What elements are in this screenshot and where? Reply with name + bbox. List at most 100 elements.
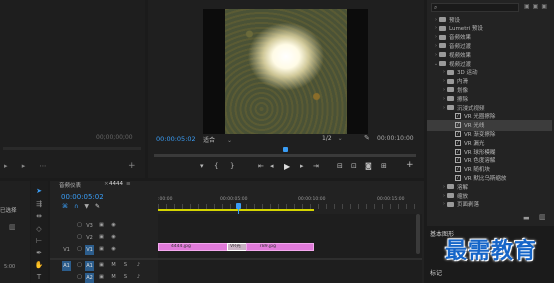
timeline-timecode[interactable]: 00:00:05:02 [61, 193, 104, 201]
program-scrubber[interactable] [154, 154, 416, 157]
mark-out-icon[interactable]: { [214, 162, 218, 170]
extract-icon[interactable]: ⊡ [351, 162, 357, 170]
scale-dropdown[interactable]: 1/2 ⌄ [322, 135, 344, 142]
track-v3-label[interactable]: V3 [85, 221, 94, 231]
mark-in-icon[interactable]: ▾ [200, 162, 204, 170]
transition-vr-light[interactable]: VR光 [227, 243, 247, 251]
effects-folder[interactable]: › 页面剥落 [427, 199, 552, 210]
transition-effect-icon: ⁄ [455, 122, 461, 129]
hand-tool-icon[interactable]: ✋ [34, 260, 44, 270]
close-icon[interactable]: × [104, 181, 109, 187]
fit-label: 适合 [203, 137, 216, 144]
source-add-icon[interactable]: + [128, 162, 136, 171]
program-duration: 00:00:10:00 [377, 135, 414, 142]
pen-tool-icon[interactable]: ✒ [34, 248, 44, 258]
step-back-frame-icon[interactable]: ◂ [270, 162, 274, 170]
mute-icon[interactable]: M [109, 273, 118, 282]
lift-icon[interactable]: ⊟ [337, 162, 343, 170]
lock-icon[interactable]: ▢ [75, 221, 84, 230]
fit-dropdown[interactable]: 适合 ⌄ [203, 135, 243, 144]
sync-icon[interactable]: ▣ [97, 245, 106, 254]
source-monitor: 00;00;00;00 ▸ ▸ ⋯ + [0, 0, 145, 178]
clip-789[interactable]: 789.jpg [246, 243, 314, 251]
button-editor-icon[interactable]: ⊞ [381, 162, 387, 170]
lock-icon[interactable]: ▢ [75, 273, 84, 282]
new-bin-icon[interactable]: ▬ [523, 214, 530, 222]
mute-icon[interactable]: M [109, 261, 118, 270]
microphone-icon[interactable]: ♪ [134, 261, 143, 270]
eye-icon[interactable]: ◉ [109, 233, 118, 242]
lock-icon[interactable]: ▢ [75, 245, 84, 254]
step-back-icon[interactable]: ⇤ [258, 162, 264, 170]
scale-label: 1/2 [322, 135, 332, 142]
sync-icon[interactable]: ▣ [97, 233, 106, 242]
tree-item-label: 页面剥落 [457, 202, 480, 209]
folder-icon [439, 43, 446, 49]
camera-icon[interactable]: ◙ [365, 162, 372, 170]
tab-audio-meters[interactable]: 音频仪表 [59, 181, 81, 189]
effects-tree: › 预设 › Lumetri 预设 › 音频效果 › 音频过渡 › 视频效果 ⌄ 视频过渡 › 3D 运动… [427, 14, 554, 210]
eye-icon[interactable]: ◉ [109, 245, 118, 254]
source-v1-label[interactable]: V1 [62, 245, 71, 255]
clip-label: 4444.jpg [171, 244, 191, 249]
sync-icon[interactable]: ▣ [97, 273, 106, 282]
search-field[interactable]: ⌕ [431, 3, 519, 12]
sunflower-image [225, 9, 347, 134]
solo-icon[interactable]: S [121, 261, 130, 270]
panel-menu-icon[interactable]: ≡ [126, 181, 131, 187]
source-a1-label[interactable]: A1 [62, 261, 71, 271]
razor-tool-icon[interactable]: ◇ [34, 224, 44, 234]
program-playhead[interactable] [283, 147, 288, 152]
work-area-bar[interactable] [158, 209, 314, 211]
microphone-icon[interactable]: ♪ [134, 273, 143, 282]
source-timecode: 00;00;00;00 [96, 134, 133, 141]
solo-icon[interactable]: S [121, 273, 130, 282]
folder-icon [439, 25, 446, 31]
track-select-icon[interactable]: ⇶ [34, 199, 44, 209]
folder-icon [447, 87, 454, 93]
sync-icon[interactable]: ▣ [97, 261, 106, 270]
folder-icon [447, 96, 454, 102]
clip-4444[interactable]: 4444.jpg [158, 243, 238, 251]
ruler-label: :00:00 [158, 197, 173, 202]
preset-filter-icons[interactable]: ▣▣▣ [524, 3, 550, 10]
selection-info: 已选择 [0, 208, 17, 214]
search-icon: ⌕ [434, 4, 438, 11]
chevron-down-icon: ⌄ [226, 137, 232, 144]
folder-icon [447, 78, 454, 84]
lock-icon[interactable]: ▢ [75, 233, 84, 242]
source-playhead-bar[interactable] [3, 147, 141, 150]
trash-icon[interactable]: ▥ [9, 223, 16, 231]
type-tool-icon[interactable]: T [34, 272, 44, 282]
go-to-in-icon[interactable]: } [230, 162, 234, 170]
folder-icon [439, 34, 446, 40]
lock-icon[interactable]: ▢ [75, 261, 84, 270]
source-transport-icons[interactable]: ▸ ▸ ⋯ [4, 163, 52, 170]
program-monitor: 00:00:05:02 适合 ⌄ 1/2 ⌄ ✎ 00:00:10:00 ▾ {… [148, 0, 424, 178]
timeline-tool-icons[interactable]: ⌘∩▼✎ [62, 203, 106, 210]
play-icon[interactable]: ▶ [284, 162, 290, 171]
program-add-icon[interactable]: + [406, 160, 414, 170]
timeline-scrollbar[interactable] [416, 214, 420, 254]
sync-icon[interactable]: ▣ [97, 221, 106, 230]
wrench-icon[interactable]: ✎ [364, 134, 370, 142]
track-a1-label[interactable]: A1 [85, 261, 94, 271]
eye-icon[interactable]: ◉ [109, 221, 118, 230]
track-v1-label[interactable]: V1 [85, 245, 94, 255]
track-a2-label[interactable]: A2 [85, 273, 94, 283]
ripple-edit-icon[interactable]: ⇹ [34, 211, 44, 221]
trash-icon[interactable]: ▥ [539, 213, 546, 221]
transition-label: VR光 [230, 244, 241, 249]
step-forward-icon[interactable]: ⇥ [313, 162, 319, 170]
duration-label: 5:00 [4, 264, 16, 270]
project-panel: 已选择 ▥ 5:00 [0, 181, 30, 283]
track-v2-label[interactable]: V2 [85, 233, 94, 243]
markers-tab[interactable]: 标记 [430, 268, 442, 277]
slip-tool-icon[interactable]: ⊢ [34, 236, 44, 246]
transition-effect-icon: ⁄ [455, 157, 461, 164]
step-forward-frame-icon[interactable]: ▸ [300, 162, 304, 170]
program-timecode[interactable]: 00:00:05:02 [156, 135, 196, 143]
selection-tool-icon[interactable]: ➤ [34, 186, 44, 196]
tab-sequence[interactable]: 4444 [109, 181, 123, 187]
chevron-down-icon: ⌄ [337, 135, 343, 142]
